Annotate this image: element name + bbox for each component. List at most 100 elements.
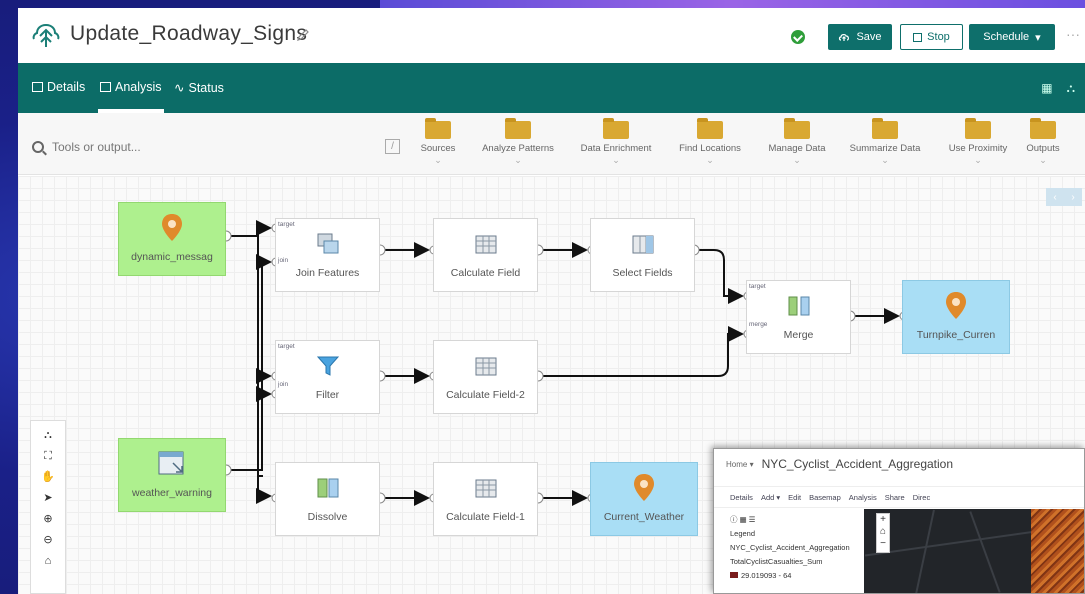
port-label-join: join [278,257,289,264]
home-navigation-icon[interactable]: ⌂ [45,555,52,568]
legend-field-name: TotalCyclistCasualties_Sum [730,557,823,566]
layer-window-icon [158,451,184,475]
chevron-down-icon: ⌄ [974,155,982,165]
table-view-icon[interactable]: ▦ [1041,81,1052,96]
output-node-current-weather[interactable]: Current_Weather [590,462,698,536]
category-label: Data Enrichment [580,143,652,154]
tool-node-join-features[interactable]: target join Join Features [275,218,380,292]
tool-node-calculate-field[interactable]: Calculate Field [433,218,538,292]
accident-hotspot-area [1031,509,1084,593]
node-label: Calculate Field-1 [446,511,525,523]
tools-toolbar: Tools or output... / Sources ⌄ Analyze P… [18,113,1085,175]
inset-tab-directions[interactable]: Direc [913,493,931,502]
inset-tab-add[interactable]: Add ▾ [761,493,780,502]
tool-node-filter[interactable]: target join Filter [275,340,380,414]
tab-analysis-label: Analysis [115,80,162,94]
inset-tab-basemap[interactable]: Basemap [809,493,841,502]
app-logo-icon [32,24,60,47]
category-find-locations[interactable]: Find Locations ⌄ [665,118,755,166]
category-summarize-data[interactable]: Summarize Data ⌄ [840,118,930,166]
pager-prev-button[interactable]: ‹ [1053,192,1056,203]
inset-tab-edit[interactable]: Edit [788,493,801,502]
inset-map[interactable]: + ⌂ − [864,509,1084,593]
legend-swatch [730,572,738,578]
category-use-proximity[interactable]: Use Proximity ⌄ [933,118,1023,166]
zoom-in-icon[interactable]: ⊕ [43,513,52,526]
category-label: Analyze Patterns [482,143,554,154]
diagram-view-icon[interactable]: ⛬ [1067,81,1075,96]
category-data-enrichment[interactable]: Data Enrichment ⌄ [571,118,661,166]
inset-legend-panel: ⓘ ▦ ☰ Legend NYC_Cyclist_Accident_Aggreg… [714,509,859,593]
analysis-icon [100,82,111,92]
category-manage-data[interactable]: Manage Data ⌄ [752,118,842,166]
inset-tab-analysis[interactable]: Analysis [849,493,877,502]
category-sources[interactable]: Sources ⌄ [393,118,483,166]
stop-label: Stop [927,31,950,43]
more-options-button[interactable]: ··· [1066,26,1080,42]
output-node-turnpike-curren[interactable]: Turnpike_Curren [902,280,1010,354]
source-node-weather-warning[interactable]: weather_warning [118,438,226,512]
search-icon [32,141,44,153]
tool-node-calculate-field-1[interactable]: Calculate Field-1 [433,462,538,536]
node-label: Calculate Field [450,267,521,279]
inset-map-viewer: Home ▾ NYC_Cyclist_Accident_Aggregation … [713,448,1085,594]
tool-node-dissolve[interactable]: Dissolve [275,462,380,536]
category-analyze-patterns[interactable]: Analyze Patterns ⌄ [473,118,563,166]
port-label-target: target [749,283,766,290]
folder-icon [505,118,531,139]
inset-tab-details[interactable]: Details [730,493,753,502]
inset-header: Home ▾ NYC_Cyclist_Accident_Aggregation [714,449,1084,479]
tool-node-calculate-field-2[interactable]: Calculate Field-2 [433,340,538,414]
dissolve-icon [317,478,338,498]
legend-class-item: 29.019093 - 64 [730,569,843,583]
chevron-down-icon: ⌄ [612,155,620,165]
category-label: Find Locations [679,143,741,154]
folder-icon [872,118,898,139]
pan-hand-icon[interactable]: ✋ [41,471,55,484]
map-road [915,509,935,593]
save-button[interactable]: Save [828,24,892,50]
tool-search[interactable]: Tools or output... [32,137,402,157]
category-outputs[interactable]: Outputs ⌄ [1013,118,1073,166]
tab-status[interactable]: ∿ Status [174,80,224,96]
inset-home-menu[interactable]: Home ▾ [726,460,754,469]
search-input[interactable]: Tools or output... [52,140,141,154]
select-fields-icon [632,235,653,254]
pager-next-button[interactable]: › [1071,192,1074,203]
zoom-out-icon[interactable]: ⊖ [43,534,52,547]
layout-diagram-icon[interactable]: ⛬ [44,429,52,442]
port-label-target: target [278,343,295,350]
legend-class-range: 29.019093 - 64 [741,571,792,580]
node-label: dynamic_messag [131,251,213,263]
tab-analysis[interactable]: Analysis [100,80,162,94]
legend-heading: Legend [730,529,756,538]
background-accent [380,0,1085,8]
model-title: Update_Roadway_Signs [70,22,308,45]
inset-tab-share[interactable]: Share [885,493,905,502]
chevron-down-icon: ⌄ [1039,155,1047,165]
chevron-down-icon: ▾ [1035,31,1041,44]
schedule-button[interactable]: Schedule ▾ [969,24,1055,50]
nav-right-tools: ▦ ⛬ [1041,81,1075,96]
table-calc-icon [475,357,496,376]
select-pointer-icon[interactable]: ➤ [43,492,52,505]
tab-details[interactable]: Details [32,80,85,94]
tool-node-merge[interactable]: target merge Merge [746,280,851,354]
schedule-label: Schedule [983,31,1030,43]
tool-node-select-fields[interactable]: Select Fields [590,218,695,292]
legend-layer-name: NYC_Cyclist_Accident_Aggregation [730,543,850,552]
details-icon [32,82,43,92]
edit-title-icon[interactable] [296,28,310,42]
map-zoom-control[interactable]: + ⌂ − [876,513,890,553]
stop-button[interactable]: Stop [900,24,963,50]
canvas-pager[interactable]: ‹ › [1046,188,1082,206]
category-label: Summarize Data [849,143,921,154]
table-calc-icon [475,479,496,498]
category-label: Outputs [1026,143,1060,154]
chevron-down-icon: ⌄ [706,155,714,165]
chevron-down-icon: ⌄ [514,155,522,165]
fit-to-screen-icon[interactable]: ⛶ [44,450,52,463]
category-label: Sources [420,143,456,154]
source-node-dynamic-messag[interactable]: dynamic_messag [118,202,226,276]
port-label-merge: merge [749,321,768,328]
